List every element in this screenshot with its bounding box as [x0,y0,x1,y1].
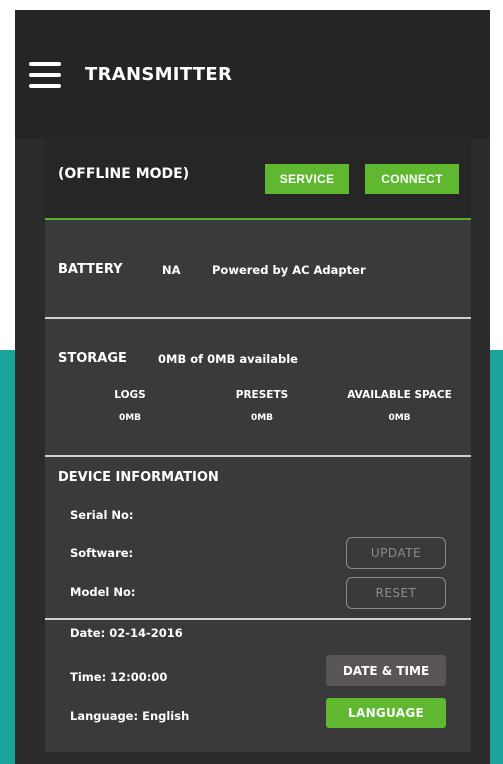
presets-label: PRESETS [235,389,289,401]
model-label: Model No: [70,585,136,599]
reset-button[interactable]: RESET [346,577,446,609]
battery-section: BATTERY NA Powered by AC Adapter [45,222,471,318]
language-button[interactable]: LANGUAGE [326,698,446,728]
mode-bar: (OFFLINE MODE) SERVICE CONNECT [45,138,471,220]
logs-label: LOGS [114,389,146,401]
battery-value: NA [162,263,181,277]
storage-summary: 0MB of 0MB available [158,352,298,366]
connect-button[interactable]: CONNECT [365,164,459,194]
serial-label: Serial No: [70,508,134,522]
status-panel: (OFFLINE MODE) SERVICE CONNECT BATTERY N… [45,138,471,752]
app-header: TRANSMITTER [15,10,490,138]
settings-section: Date: 02-14-2016 DATE & TIME Time: 12:00… [45,620,471,752]
language-value: Language: English [70,709,190,723]
top-margin [0,0,503,10]
presets-value: 0MB [250,413,274,423]
date-value: Date: 02-14-2016 [70,626,183,640]
time-value: Time: 12:00:00 [70,670,168,684]
update-button[interactable]: UPDATE [346,537,446,569]
device-info-section: DEVICE INFORMATION Serial No: Software: … [45,457,471,619]
available-space-value: 0MB [388,413,411,423]
left-margin [0,0,15,350]
logs-value: 0MB [118,413,142,423]
storage-label: STORAGE [58,351,127,366]
right-margin [490,0,503,350]
service-button[interactable]: SERVICE [265,164,349,194]
battery-source: Powered by AC Adapter [212,263,366,277]
available-space-label: AVAILABLE SPACE [347,389,452,401]
software-label: Software: [70,546,134,560]
date-time-button[interactable]: DATE & TIME [326,655,446,686]
device-info-heading: DEVICE INFORMATION [58,470,219,485]
mode-label: (OFFLINE MODE) [58,166,190,182]
page-title: TRANSMITTER [85,64,233,85]
storage-section: STORAGE 0MB of 0MB available LOGS 0MB PR… [45,319,471,455]
battery-label: BATTERY [58,262,123,277]
menu-icon[interactable] [29,62,61,88]
